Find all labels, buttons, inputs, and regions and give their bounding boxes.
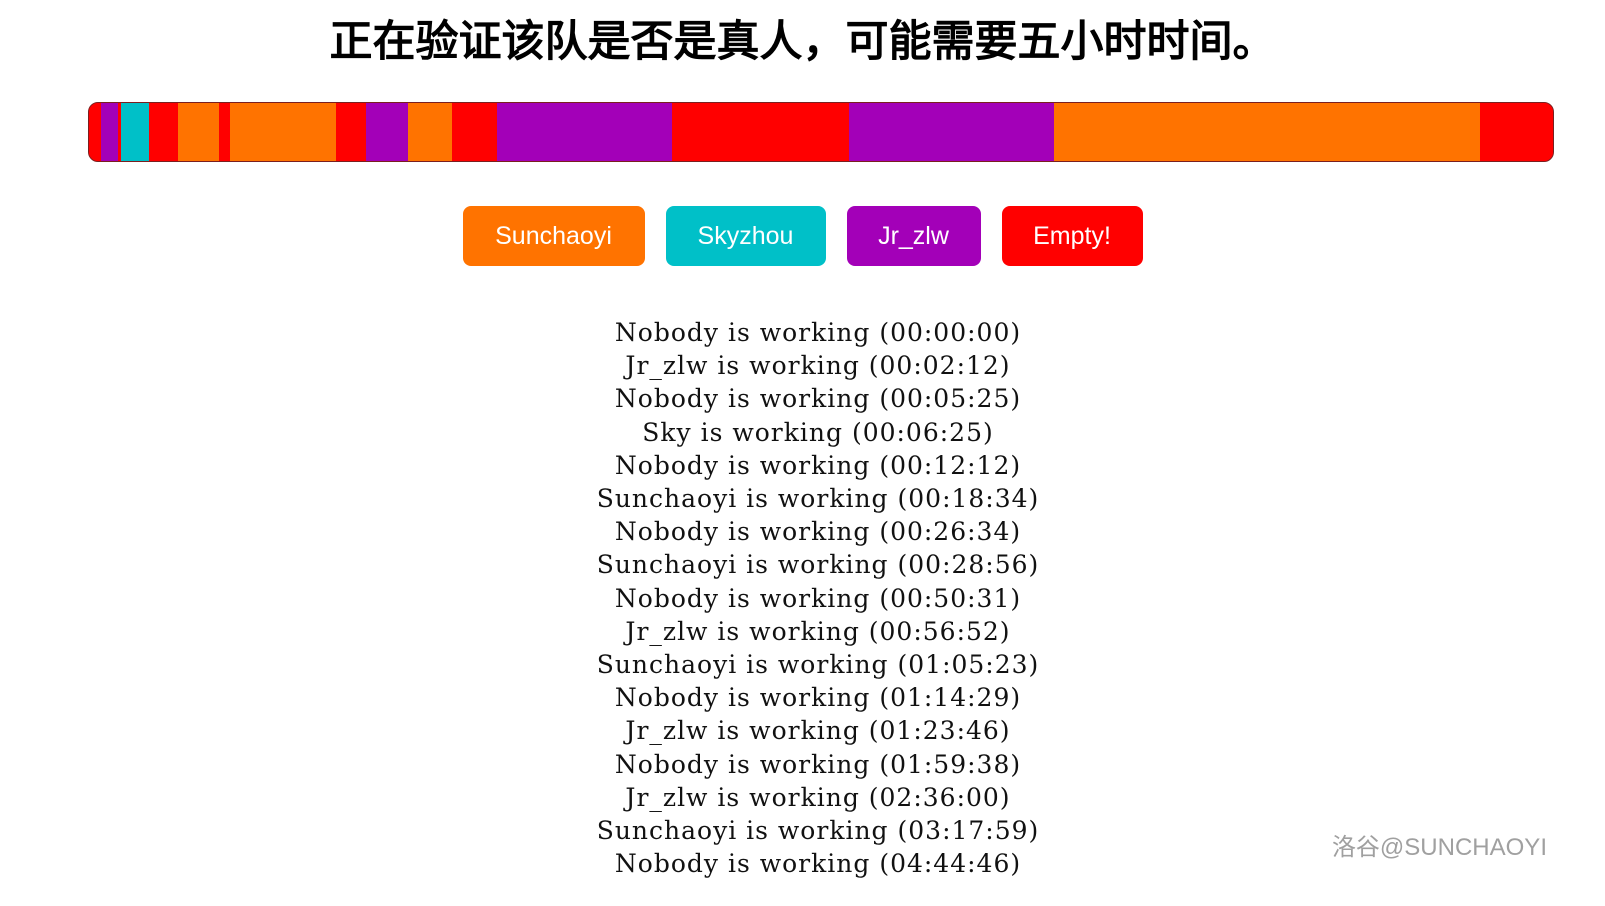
- timeline-segment-empty: [452, 103, 498, 161]
- log-line: Sunchaoyi is working (00:18:34): [596, 484, 1040, 514]
- timeline-segment-empty: [1479, 103, 1553, 161]
- member-button-group: Sunchaoyi Skyzhou Jr_zlw Empty!: [0, 206, 1605, 266]
- skyzhou-button[interactable]: Skyzhou: [665, 206, 826, 266]
- log-line: Nobody is working (01:14:29): [614, 683, 1022, 713]
- log-line: Nobody is working (00:00:00): [614, 318, 1022, 347]
- timeline-segment-empty: [219, 103, 230, 161]
- timeline-segment-jr_zlw: [497, 103, 672, 161]
- timeline-segment-jr_zlw: [100, 103, 119, 161]
- log-line: Sky is working (00:06:25): [642, 417, 994, 447]
- empty-button[interactable]: Empty!: [1001, 206, 1143, 266]
- log-line: Nobody is working (00:12:12): [614, 450, 1022, 480]
- log-line: Sunchaoyi is working (00:28:56): [596, 550, 1040, 580]
- log-line: Nobody is working (01:59:38): [614, 749, 1022, 779]
- timeline-segment-jr_zlw: [365, 103, 409, 161]
- log-line: Jr_zlw is working (02:36:00): [625, 782, 1011, 812]
- log-line: Nobody is working (00:50:31): [614, 583, 1022, 613]
- work-log: Nobody is working (00:00:00) Jr_zlw is wo…: [0, 316, 1605, 880]
- log-line: Jr_zlw is working (01:23:46): [625, 716, 1011, 746]
- timeline-segment-empty: [336, 103, 366, 161]
- timeline-segment-sunchaoyi: [408, 103, 453, 161]
- timeline-segment-empty: [89, 103, 101, 161]
- sunchaoyi-button[interactable]: Sunchaoyi: [462, 206, 645, 266]
- timeline-segment-jr_zlw: [848, 103, 1054, 161]
- timeline-bar: [88, 102, 1554, 162]
- timeline-segment-sunchaoyi: [1053, 103, 1480, 161]
- timeline-segment-sunchaoyi: [178, 103, 220, 161]
- timeline-segment-sunchaoyi: [229, 103, 337, 161]
- watermark: 洛谷@SUNCHAOYI: [1331, 834, 1547, 861]
- jr-zlw-button[interactable]: Jr_zlw: [846, 206, 981, 266]
- log-line: Jr_zlw is working (00:56:52): [625, 616, 1011, 646]
- timeline-segment-skyzhou: [121, 103, 150, 161]
- page: 正在验证该队是否是真人，可能需要五小时时间。 Sunchaoyi Skyzhou J…: [0, 0, 1605, 906]
- page-title: 正在验证该队是否是真人，可能需要五小时时间。: [329, 17, 1276, 67]
- timeline-segment-empty: [149, 103, 179, 161]
- timeline-segment-empty: [671, 103, 849, 161]
- log-line: Sunchaoyi is working (01:05:23): [596, 650, 1040, 680]
- log-line: Nobody is working (00:05:25): [614, 384, 1022, 414]
- log-line: Nobody is working (00:26:34): [614, 517, 1022, 547]
- log-line: Jr_zlw is working (00:02:12): [625, 351, 1011, 381]
